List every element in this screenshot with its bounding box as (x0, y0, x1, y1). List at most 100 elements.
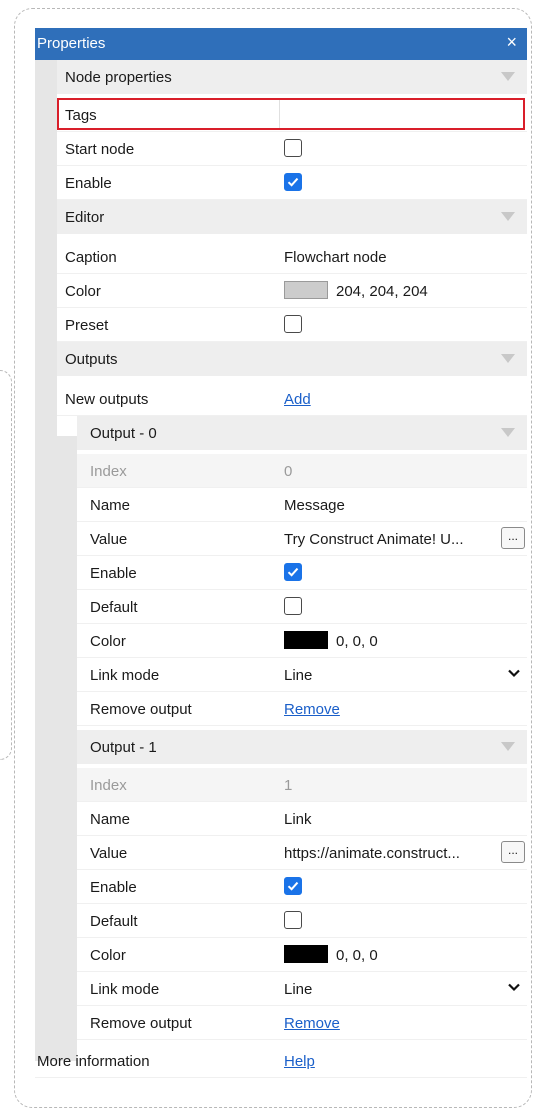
prop-row-start-node: Start node (57, 132, 527, 166)
prop-row-remove-output: Remove output Remove (77, 692, 527, 726)
chevron-down-icon[interactable] (501, 428, 515, 437)
link-mode-select[interactable]: Line (284, 667, 312, 684)
prop-label: Color (90, 947, 126, 964)
chevron-down-icon[interactable] (501, 72, 515, 81)
panel-title: Properties (37, 35, 106, 52)
remove-output-link[interactable]: Remove (284, 1015, 340, 1032)
prop-row-enable: Enable (57, 166, 527, 200)
enable-checkbox[interactable] (284, 563, 302, 581)
chevron-down-icon[interactable] (507, 980, 521, 994)
name-input[interactable]: Message (284, 497, 345, 514)
prop-label: Enable (90, 565, 137, 582)
close-icon[interactable]: × (506, 32, 517, 53)
prop-label: Caption (65, 249, 117, 266)
prop-label: Name (90, 497, 131, 514)
section-label: Node properties (65, 69, 172, 86)
prop-row-enable: Enable (77, 556, 527, 590)
section-label: Editor (65, 209, 105, 226)
prop-row-default: Default (77, 904, 527, 938)
prop-label: More information (37, 1053, 150, 1070)
color-value: 0, 0, 0 (336, 633, 378, 650)
start-node-checkbox[interactable] (284, 139, 302, 157)
enable-checkbox[interactable] (284, 173, 302, 191)
prop-row-remove-output: Remove output Remove (77, 1006, 527, 1040)
prop-row-color: Color 0, 0, 0 (77, 938, 527, 972)
prop-label: Start node (65, 141, 135, 158)
prop-row-index: Index 0 (77, 454, 527, 488)
color-swatch[interactable] (284, 281, 328, 299)
prop-label: Default (90, 599, 138, 616)
section-label: Output - 0 (90, 425, 157, 442)
outputs-gutter (57, 436, 77, 1061)
prop-label: Remove output (90, 701, 192, 718)
value-input[interactable]: https://animate.construct... (284, 845, 460, 862)
index-value: 1 (284, 777, 293, 794)
section-output-1[interactable]: Output - 1 (77, 730, 527, 764)
prop-label: Index (90, 463, 127, 480)
prop-row-name: Name Link (77, 802, 527, 836)
section-label: Output - 1 (90, 739, 157, 756)
prop-row-more-information: More information Help (35, 1044, 527, 1078)
color-value: 0, 0, 0 (336, 947, 378, 964)
help-link[interactable]: Help (284, 1053, 315, 1070)
value-input[interactable]: Try Construct Animate! U... (284, 531, 464, 548)
prop-label: Enable (65, 175, 112, 192)
section-editor[interactable]: Editor (57, 200, 527, 234)
prop-label: Preset (65, 317, 109, 334)
prop-row-preset: Preset (57, 308, 527, 342)
edit-value-button[interactable]: ... (501, 527, 525, 549)
prop-label: Enable (90, 879, 137, 896)
chevron-down-icon[interactable] (507, 666, 521, 680)
prop-row-enable: Enable (77, 870, 527, 904)
enable-checkbox[interactable] (284, 877, 302, 895)
prop-label: Value (90, 845, 128, 862)
prop-row-new-outputs: New outputs Add (57, 382, 527, 416)
prop-row-color: Color 204, 204, 204 (57, 274, 527, 308)
add-output-link[interactable]: Add (284, 391, 311, 408)
prop-row-color: Color 0, 0, 0 (77, 624, 527, 658)
properties-panel: Properties × Node properties Tags Start … (35, 28, 527, 1083)
prop-row-default: Default (77, 590, 527, 624)
prop-row-value: Value https://animate.construct... ... (77, 836, 527, 870)
remove-output-link[interactable]: Remove (284, 701, 340, 718)
prop-label: Remove output (90, 1015, 192, 1032)
section-output-0[interactable]: Output - 0 (77, 416, 527, 450)
section-node-properties[interactable]: Node properties (57, 60, 527, 94)
panel-gutter (35, 60, 57, 1061)
color-value: 204, 204, 204 (336, 283, 428, 300)
prop-label: New outputs (65, 391, 149, 408)
name-input[interactable]: Link (284, 811, 312, 828)
prop-label: Color (90, 633, 126, 650)
section-label: Outputs (65, 351, 118, 368)
panel-titlebar: Properties × (35, 28, 527, 60)
color-swatch[interactable] (284, 945, 328, 963)
checkmark-icon (287, 177, 299, 187)
prop-label: Link mode (90, 981, 160, 998)
chevron-down-icon[interactable] (501, 742, 515, 751)
prop-label: Color (65, 283, 101, 300)
chevron-down-icon[interactable] (501, 212, 515, 221)
prop-row-caption: Caption Flowchart node (57, 240, 527, 274)
edit-value-button[interactable]: ... (501, 841, 525, 863)
prop-label: Link mode (90, 667, 160, 684)
prop-label: Name (90, 811, 131, 828)
prop-row-value: Value Try Construct Animate! U... ... (77, 522, 527, 556)
chevron-down-icon[interactable] (501, 354, 515, 363)
tags-highlight (57, 98, 525, 130)
color-swatch[interactable] (284, 631, 328, 649)
default-checkbox[interactable] (284, 597, 302, 615)
caption-input[interactable]: Flowchart node (284, 249, 387, 266)
index-value: 0 (284, 463, 293, 480)
prop-row-name: Name Message (77, 488, 527, 522)
prop-row-link-mode: Link mode Line (77, 972, 527, 1006)
dashed-side-frame (0, 370, 12, 760)
default-checkbox[interactable] (284, 911, 302, 929)
checkmark-icon (287, 881, 299, 891)
checkmark-icon (287, 567, 299, 577)
prop-label: Index (90, 777, 127, 794)
prop-row-link-mode: Link mode Line (77, 658, 527, 692)
section-outputs[interactable]: Outputs (57, 342, 527, 376)
link-mode-select[interactable]: Line (284, 981, 312, 998)
prop-label: Default (90, 913, 138, 930)
preset-checkbox[interactable] (284, 315, 302, 333)
